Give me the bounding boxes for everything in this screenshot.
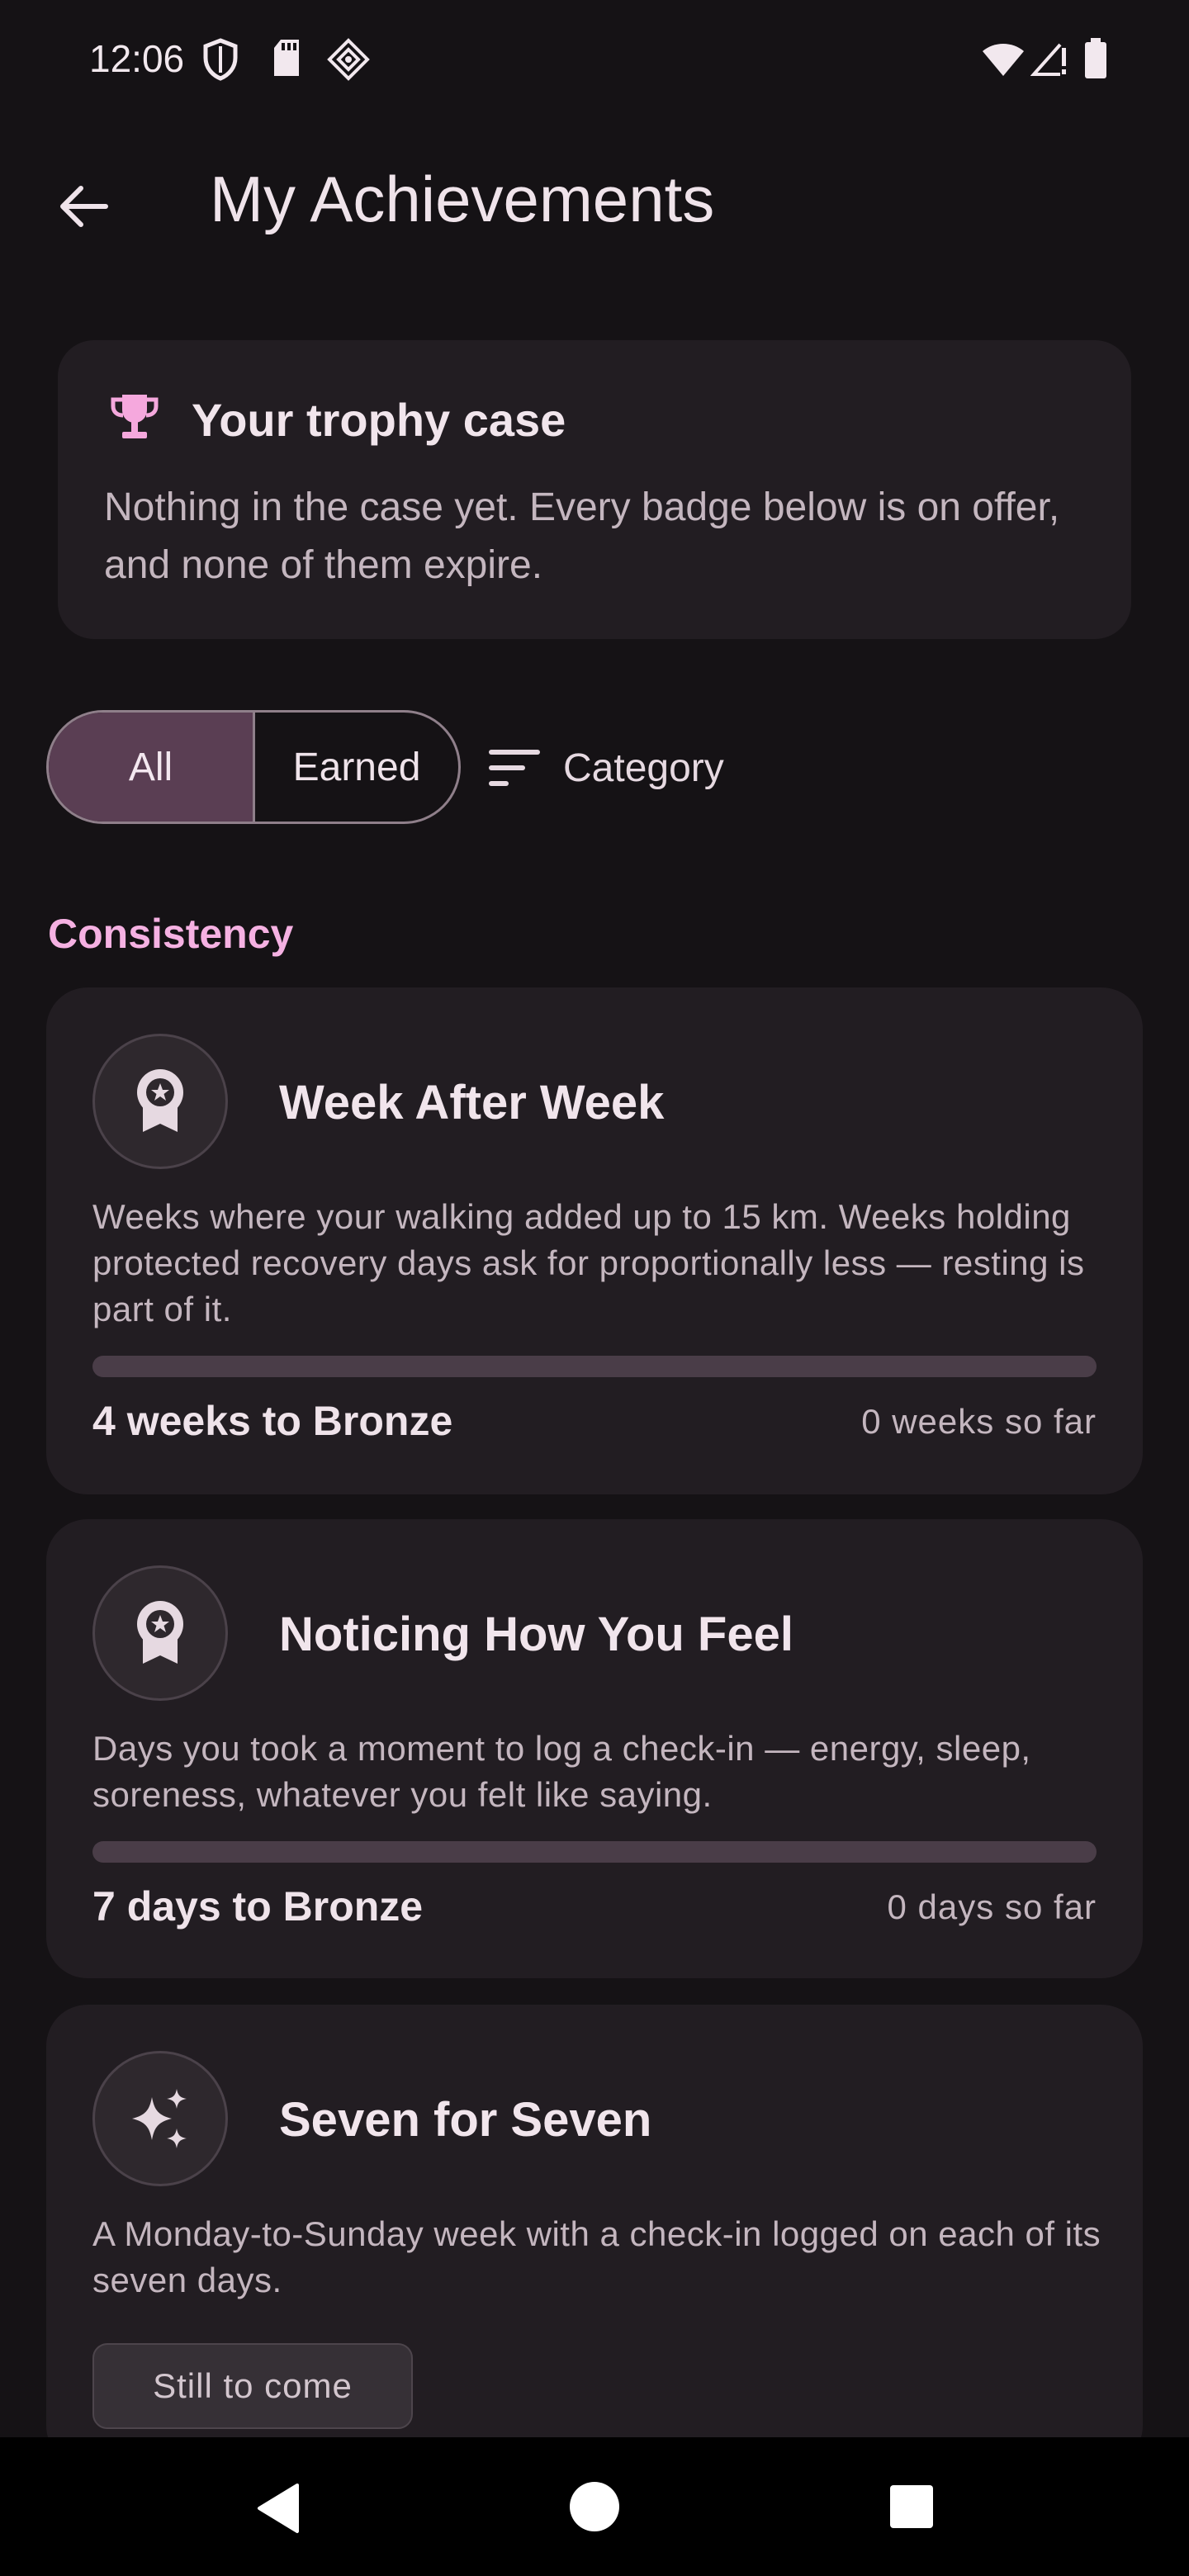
award-ribbon-icon <box>137 1069 183 1132</box>
filter-all-button[interactable]: All <box>49 713 255 822</box>
home-circle-icon[interactable] <box>568 2480 621 2533</box>
battery-icon <box>1085 38 1106 78</box>
recents-square-icon[interactable] <box>888 2484 935 2530</box>
status-time: 12:06 <box>89 37 185 80</box>
progress-so-far: 0 weeks so far <box>861 1402 1097 1441</box>
achievement-title: Noticing How You Feel <box>279 1608 793 1661</box>
achievement-badge <box>92 1565 228 1701</box>
progress-bar <box>92 1841 1097 1863</box>
trophy-case-title: Your trophy case <box>192 394 566 446</box>
page-title: My Achievements <box>210 163 715 235</box>
achievement-description: Weeks where your walking added up to 15 … <box>92 1197 1085 1328</box>
status-badge: Still to come <box>92 2343 413 2429</box>
trophy-icon <box>111 395 159 438</box>
signal-icon <box>1030 43 1066 76</box>
achievement-description: A Monday-to-Sunday week with a check-in … <box>92 2214 1101 2299</box>
system-nav-bar <box>0 2437 1189 2576</box>
filter-segmented-control: All Earned <box>46 710 461 824</box>
achievement-card[interactable]: Seven for Seven A Monday-to-Sunday week … <box>46 2005 1143 2467</box>
achievement-title: Seven for Seven <box>279 2093 652 2147</box>
achievement-badge <box>92 1034 228 1169</box>
achievement-card[interactable]: Week After Week Weeks where your walking… <box>46 987 1143 1494</box>
trophy-case-description: Nothing in the case yet. Every badge bel… <box>104 485 1060 587</box>
filter-earned-button[interactable]: Earned <box>255 713 458 822</box>
award-ribbon-icon <box>137 1601 183 1664</box>
back-button[interactable] <box>33 157 132 256</box>
achievement-description: Days you took a moment to log a check-in… <box>92 1729 1031 1814</box>
section-header-consistency: Consistency <box>48 911 294 957</box>
shield-icon <box>203 38 238 81</box>
category-filter-label: Category <box>563 746 724 790</box>
achievement-card[interactable]: Noticing How You Feel Days you took a mo… <box>46 1519 1143 1978</box>
sd-card-icon <box>274 40 299 76</box>
goal-label: 7 days to Bronze <box>92 1883 424 1930</box>
sort-filter-icon <box>489 750 540 786</box>
back-triangle-icon[interactable] <box>254 2482 301 2535</box>
achievement-badge <box>92 2051 228 2186</box>
sparkle-icon <box>132 2089 187 2148</box>
achievement-title: Week After Week <box>279 1076 665 1129</box>
progress-so-far: 0 days so far <box>887 1887 1097 1926</box>
arrow-back-icon <box>60 186 108 227</box>
progress-bar <box>92 1356 1097 1377</box>
goal-label: 4 weeks to Bronze <box>92 1398 453 1444</box>
wifi-icon <box>983 44 1024 76</box>
diamond-app-icon <box>327 38 370 81</box>
category-filter-button[interactable]: Category <box>487 727 724 809</box>
